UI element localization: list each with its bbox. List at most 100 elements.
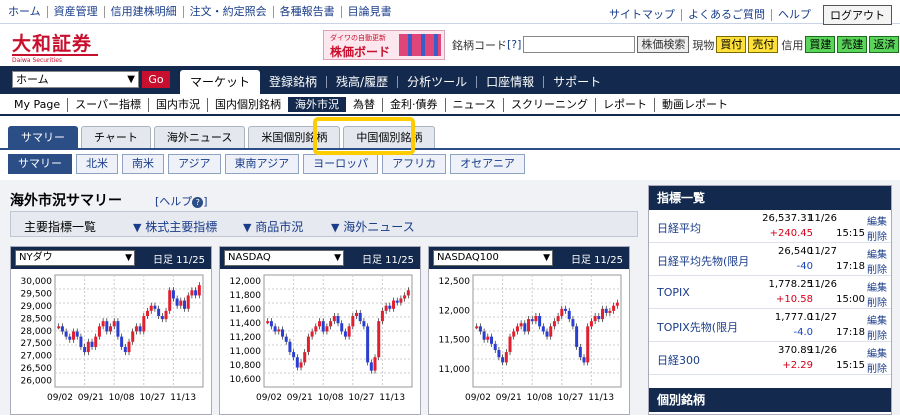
subnav-domestic[interactable]: 国内市況 bbox=[148, 98, 207, 112]
subnav-mypage[interactable]: My Page bbox=[10, 98, 67, 112]
indicator-name[interactable]: 日経平均先物(限月 bbox=[657, 253, 749, 269]
subnav-domestic-stocks[interactable]: 国内個別銘柄 bbox=[207, 98, 288, 112]
link-stock-indices[interactable]: ▼ 株式主要指標 bbox=[133, 218, 217, 235]
logo[interactable]: 大和証券 Daiwa Securities bbox=[12, 29, 102, 64]
subnav-super[interactable]: スーパー指標 bbox=[67, 98, 148, 112]
y-tick-label: 11,000 bbox=[439, 365, 471, 375]
tab-support[interactable]: サポート bbox=[543, 76, 610, 88]
subnav-overseas[interactable]: 海外市況 bbox=[288, 97, 347, 112]
candle-body bbox=[589, 321, 593, 327]
repay-button[interactable]: 返済 bbox=[869, 36, 900, 53]
candle-body bbox=[384, 305, 388, 311]
link-commodities[interactable]: ▼ 商品市況 bbox=[243, 218, 303, 235]
delete-link[interactable]: 削除 bbox=[867, 228, 887, 243]
sub-nav: My Page スーパー指標 国内市況 国内個別銘柄 海外市況 為替 金利·債券… bbox=[0, 94, 900, 116]
top-link-faq[interactable]: よくあるご質問 bbox=[681, 9, 771, 21]
chevron-down-icon: ▼ bbox=[543, 253, 550, 263]
indicator-name[interactable]: 日経平均 bbox=[657, 220, 701, 236]
code-help-link[interactable]: [?] bbox=[507, 38, 521, 51]
edit-link[interactable]: 編集 bbox=[867, 345, 887, 360]
indicator-change: +10.58 bbox=[775, 294, 813, 305]
go-button[interactable]: Go bbox=[142, 71, 170, 88]
chart-period: 日足 11/25 bbox=[571, 255, 623, 266]
edit-link[interactable]: 編集 bbox=[867, 213, 887, 228]
top-link-reports[interactable]: 各種報告書 bbox=[272, 6, 341, 18]
candle-body bbox=[83, 346, 87, 353]
buy-button[interactable]: 買付 bbox=[716, 36, 747, 53]
subnav-report[interactable]: レポート bbox=[594, 98, 654, 112]
edit-link[interactable]: 編集 bbox=[867, 279, 887, 294]
delete-link[interactable]: 削除 bbox=[867, 360, 887, 375]
top-link-assets[interactable]: 資産管理 bbox=[46, 6, 104, 18]
tab-analysis[interactable]: 分析ツール bbox=[397, 76, 476, 88]
candle-body bbox=[482, 331, 486, 340]
tab-summary[interactable]: サマリー bbox=[8, 126, 78, 148]
nav-select[interactable]: ホーム ▼ bbox=[12, 71, 139, 88]
region-north-america[interactable]: 北米 bbox=[76, 154, 118, 174]
top-link-help[interactable]: ヘルプ bbox=[771, 9, 817, 21]
candle-body bbox=[508, 336, 512, 353]
candle-body bbox=[519, 323, 523, 327]
candle-body bbox=[549, 326, 553, 337]
sell-button[interactable]: 売付 bbox=[748, 36, 779, 53]
region-africa[interactable]: アフリカ bbox=[382, 154, 447, 174]
region-europe[interactable]: ヨーロッパ bbox=[303, 154, 379, 174]
tab-registered[interactable]: 登録銘柄 bbox=[260, 70, 326, 94]
edit-link[interactable]: 編集 bbox=[867, 246, 887, 261]
margin-sell-button[interactable]: 売建 bbox=[837, 36, 868, 53]
top-link-sitemap[interactable]: サイトマップ bbox=[603, 9, 681, 21]
x-tick-label: 09/02 bbox=[256, 393, 282, 403]
region-summary[interactable]: サマリー bbox=[8, 154, 72, 174]
link-overseas-news-label: 海外ニュース bbox=[343, 220, 415, 234]
chart-header: NASDAQ100 ▼ 日足 11/25 bbox=[429, 247, 629, 269]
indicator-name[interactable]: TOPIX先物(限月 bbox=[657, 319, 738, 335]
stock-board-banner[interactable]: ダイワの自動更新 株価ボード bbox=[323, 30, 445, 60]
indicator-name[interactable]: 日経300 bbox=[657, 352, 700, 368]
candle-body bbox=[351, 316, 355, 327]
region-south-america[interactable]: 南米 bbox=[122, 154, 164, 174]
candle-body bbox=[112, 321, 116, 327]
region-asia[interactable]: アジア bbox=[168, 154, 221, 174]
logout-button[interactable]: ログアウト bbox=[823, 5, 892, 25]
candle-body bbox=[194, 290, 198, 296]
delete-link[interactable]: 削除 bbox=[867, 261, 887, 276]
tab-overseas-news[interactable]: 海外ニュース bbox=[153, 126, 246, 148]
y-tick-label: 26,500 bbox=[21, 364, 53, 374]
code-input[interactable] bbox=[523, 36, 636, 53]
delete-link[interactable]: 削除 bbox=[867, 327, 887, 342]
tab-chart[interactable]: チャート bbox=[81, 126, 151, 148]
candle-body bbox=[190, 290, 194, 296]
y-tick-label: 11,200 bbox=[230, 333, 262, 343]
top-link-margin[interactable]: 信用建株明細 bbox=[103, 6, 183, 18]
margin-buy-button[interactable]: 買建 bbox=[805, 36, 836, 53]
x-tick-label: 10/27 bbox=[348, 393, 374, 403]
page-help-link[interactable]: [ヘルプ?] bbox=[155, 193, 208, 209]
link-overseas-news[interactable]: ▼ 海外ニュース bbox=[331, 218, 415, 235]
chart-select[interactable]: NYダウ ▼ bbox=[15, 250, 135, 266]
chart-period: 日足 11/25 bbox=[153, 255, 205, 266]
indicator-name[interactable]: TOPIX bbox=[657, 286, 690, 299]
page-help-text: [ヘルプ bbox=[155, 195, 193, 208]
stock-search-button[interactable]: 株価検索 bbox=[637, 36, 690, 53]
chart-select[interactable]: NASDAQ ▼ bbox=[224, 250, 344, 266]
top-link-orders[interactable]: 注文・約定照会 bbox=[182, 6, 273, 18]
edit-link[interactable]: 編集 bbox=[867, 312, 887, 327]
y-tick-label: 11,800 bbox=[230, 291, 262, 301]
top-link-prospectus[interactable]: 目論見書 bbox=[340, 6, 398, 18]
tab-account[interactable]: 口座情報 bbox=[476, 76, 543, 88]
subnav-rates[interactable]: 金利·債券 bbox=[382, 98, 445, 112]
top-link-home[interactable]: ホーム bbox=[8, 6, 47, 18]
tab-balance[interactable]: 残高/履歴 bbox=[326, 76, 397, 88]
subnav-news[interactable]: ニュース bbox=[444, 98, 503, 112]
chart-select[interactable]: NASDAQ100 ▼ bbox=[433, 250, 553, 266]
subnav-video[interactable]: 動画レポート bbox=[653, 98, 735, 112]
subnav-fx[interactable]: 為替 bbox=[346, 98, 382, 112]
tab-market[interactable]: マーケット bbox=[180, 70, 261, 94]
region-oceania[interactable]: オセアニア bbox=[450, 154, 525, 174]
candle-body bbox=[168, 290, 172, 311]
region-southeast-asia[interactable]: 東南アジア bbox=[224, 154, 300, 174]
delete-link[interactable]: 削除 bbox=[867, 294, 887, 309]
candle-body bbox=[197, 285, 201, 296]
subnav-screening[interactable]: スクリーニング bbox=[502, 98, 595, 112]
y-tick-label: 28,500 bbox=[21, 314, 53, 324]
